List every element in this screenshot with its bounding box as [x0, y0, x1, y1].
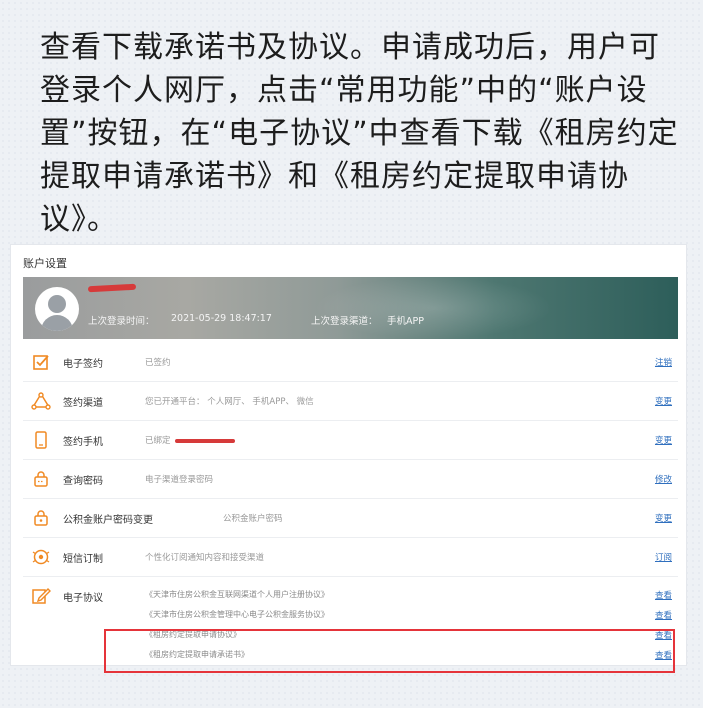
change-channel-link[interactable]: 变更: [655, 395, 672, 407]
row-e-sign: 电子签约 已签约 注销: [23, 343, 678, 382]
change-fund-password-link[interactable]: 变更: [655, 512, 672, 524]
view-protocol-link[interactable]: 查看: [655, 589, 672, 601]
protocol-item: 《天津市住房公积金管理中心电子公积金服务协议》: [145, 610, 329, 619]
row-sms: 短信订制 个性化订阅通知内容和接受渠道 订阅: [23, 538, 678, 577]
row-desc: 电子渠道登录密码: [145, 475, 214, 485]
phone-redacted: [174, 438, 235, 443]
subscribe-link[interactable]: 订阅: [655, 551, 672, 563]
phone-icon: [31, 430, 51, 450]
last-channel: 手机APP: [387, 316, 424, 327]
row-desc: 个性化订阅通知内容和接受渠道: [145, 553, 265, 563]
row-sign-channel: 签约渠道 您已开通平台： 个人网厅、 手机APP、 微信 变更: [23, 382, 678, 421]
row-desc: 您已开通平台： 个人网厅、 手机APP、 微信: [145, 397, 314, 407]
last-login-label: 上次登录时间：: [88, 316, 155, 327]
account-settings-panel: 账户设置 上次登录时间： 2021-05-29 18:47:17 上次登录渠道：…: [10, 244, 687, 673]
edit-icon: [31, 587, 51, 609]
avatar: [35, 287, 79, 331]
row-label: 电子签约: [63, 358, 103, 370]
lock-icon: [31, 508, 51, 528]
settings-list: 电子签约 已签约 注销 签约渠道 您已开通平台： 个人网厅、 手机APP、 微信…: [23, 343, 678, 663]
username-redacted: [87, 283, 137, 293]
modify-password-link[interactable]: 修改: [655, 473, 672, 485]
row-label: 电子协议: [63, 593, 103, 604]
user-banner: 上次登录时间： 2021-05-29 18:47:17 上次登录渠道： 手机AP…: [23, 277, 678, 339]
highlight-box: [104, 629, 675, 673]
lock-icon: [31, 469, 51, 489]
row-desc: 已签约: [145, 358, 171, 368]
cancel-sign-link[interactable]: 注销: [655, 356, 672, 368]
last-channel-label: 上次登录渠道：: [311, 316, 378, 327]
row-label: 公积金账户密码变更: [63, 514, 153, 526]
channel-icon: [31, 391, 51, 411]
row-desc-wrap: 已绑定: [145, 434, 235, 446]
last-login-time: 2021-05-29 18:47:17: [171, 313, 272, 324]
row-fund-password: 公积金账户密码变更 公积金账户密码 变更: [23, 499, 678, 538]
row-sign-phone: 签约手机 已绑定 变更: [23, 421, 678, 460]
panel-title: 账户设置: [23, 257, 67, 270]
row-desc: 已绑定: [145, 436, 171, 446]
row-query-password: 查询密码 电子渠道登录密码 修改: [23, 460, 678, 499]
row-label: 签约渠道: [63, 397, 103, 409]
sms-icon: [31, 547, 51, 567]
row-desc: 公积金账户密码: [223, 514, 283, 524]
row-label: 签约手机: [63, 436, 103, 448]
row-label: 短信订制: [63, 553, 103, 565]
view-protocol-link[interactable]: 查看: [655, 609, 672, 621]
instruction-text: 查看下载承诺书及协议。申请成功后，用户可登录个人网厅，点击“常用功能”中的“账户…: [40, 30, 679, 237]
row-label: 查询密码: [63, 475, 103, 487]
checkbox-icon: [31, 352, 51, 372]
change-phone-link[interactable]: 变更: [655, 434, 672, 446]
protocol-item: 《天津市住房公积金互联网渠道个人用户注册协议》: [145, 590, 329, 599]
